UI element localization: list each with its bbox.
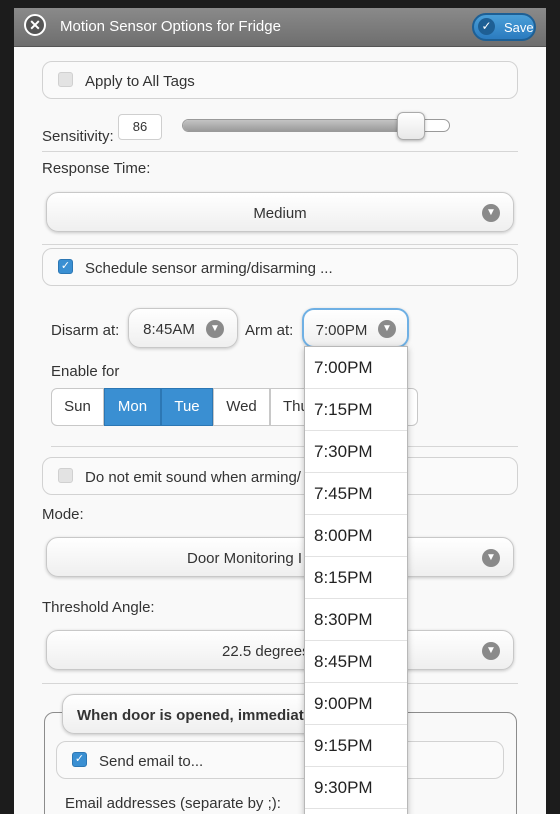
arm-time-value: 7:00PM <box>315 322 368 339</box>
apply-all-label: Apply to All Tags <box>85 73 195 90</box>
disarm-time-select[interactable]: 8:45AM ▼ <box>128 308 238 348</box>
email-addresses-label: Email addresses (separate by ;): <box>65 795 281 812</box>
day-sun[interactable]: Sun <box>51 388 104 426</box>
response-time-label: Response Time: <box>42 160 151 177</box>
divider <box>51 446 518 447</box>
chevron-down-icon: ▼ <box>482 642 500 660</box>
disarm-label: Disarm at: <box>51 322 120 339</box>
chevron-down-icon: ▼ <box>206 320 224 338</box>
schedule-label: Schedule sensor arming/disarming ... <box>85 260 333 277</box>
chevron-down-icon: ▼ <box>482 204 500 222</box>
threshold-select[interactable]: 22.5 degrees ▼ <box>46 630 514 670</box>
day-mon[interactable]: Mon <box>104 388 161 426</box>
time-option[interactable]: 7:00PM <box>305 347 407 389</box>
divider <box>42 244 518 245</box>
day-tue[interactable]: Tue <box>161 388 213 426</box>
checkmark-icon: ✓ <box>478 18 495 35</box>
mode-select[interactable]: Door Monitoring I ▼ <box>46 537 514 577</box>
options-dialog: ✕ Motion Sensor Options for Fridge ✓ Sav… <box>14 8 546 814</box>
sensitivity-slider-fill <box>183 120 412 131</box>
schedule-checkbox-box[interactable]: ✓ <box>58 259 73 274</box>
response-time-value: Medium <box>253 205 307 222</box>
time-option[interactable]: 9:30PM <box>305 767 407 809</box>
send-email-checkbox-box[interactable]: ✓ <box>72 752 87 767</box>
schedule-checkbox[interactable]: ✓ Schedule sensor arming/disarming ... <box>42 248 518 286</box>
send-email-checkbox[interactable]: ✓ Send email to... <box>56 741 504 779</box>
mode-label: Mode: <box>42 506 84 523</box>
dialog-title: Motion Sensor Options for Fridge <box>60 18 281 35</box>
divider <box>42 151 518 152</box>
arm-time-select[interactable]: 7:00PM ▼ <box>302 308 409 348</box>
divider <box>42 683 518 684</box>
time-option[interactable]: 8:45PM <box>305 641 407 683</box>
arm-label: Arm at: <box>245 322 294 339</box>
disarm-time-value: 8:45AM <box>143 321 195 338</box>
no-sound-label: Do not emit sound when arming/ <box>85 469 301 486</box>
apply-all-checkbox-box[interactable] <box>58 72 73 87</box>
time-option[interactable]: 8:30PM <box>305 599 407 641</box>
save-label: Save <box>504 20 534 35</box>
arm-time-dropdown-list[interactable]: 7:00PM 7:15PM 7:30PM 7:45PM 8:00PM 8:15PM 8:30… <box>304 346 408 814</box>
sensitivity-label: Sensitivity: <box>42 128 114 145</box>
time-option[interactable]: 8:15PM <box>305 557 407 599</box>
apply-all-checkbox[interactable]: Apply to All Tags <box>42 61 518 99</box>
threshold-label: Threshold Angle: <box>42 599 155 616</box>
enable-for-label: Enable for <box>51 363 120 380</box>
no-sound-checkbox[interactable]: Do not emit sound when arming/ <box>42 457 518 495</box>
day-wed[interactable]: Wed <box>213 388 270 426</box>
save-button[interactable]: ✓ Save <box>472 13 536 41</box>
chevron-down-icon: ▼ <box>482 549 500 567</box>
time-option[interactable]: 7:45PM <box>305 473 407 515</box>
time-option[interactable]: 7:30PM <box>305 431 407 473</box>
no-sound-checkbox-box[interactable] <box>58 468 73 483</box>
sensitivity-value-input[interactable]: 86 <box>118 114 162 140</box>
time-option[interactable]: 7:15PM <box>305 389 407 431</box>
sensitivity-slider-handle[interactable] <box>397 112 425 140</box>
chevron-down-icon: ▼ <box>378 320 396 338</box>
close-icon[interactable]: ✕ <box>24 14 46 36</box>
dialog-header: ✕ Motion Sensor Options for Fridge ✓ Sav… <box>14 8 546 47</box>
time-option[interactable]: 9:15PM <box>305 725 407 767</box>
send-email-label: Send email to... <box>99 753 204 770</box>
time-option[interactable]: 9:00PM <box>305 683 407 725</box>
response-time-select[interactable]: Medium ▼ <box>46 192 514 232</box>
time-option[interactable]: 8:00PM <box>305 515 407 557</box>
